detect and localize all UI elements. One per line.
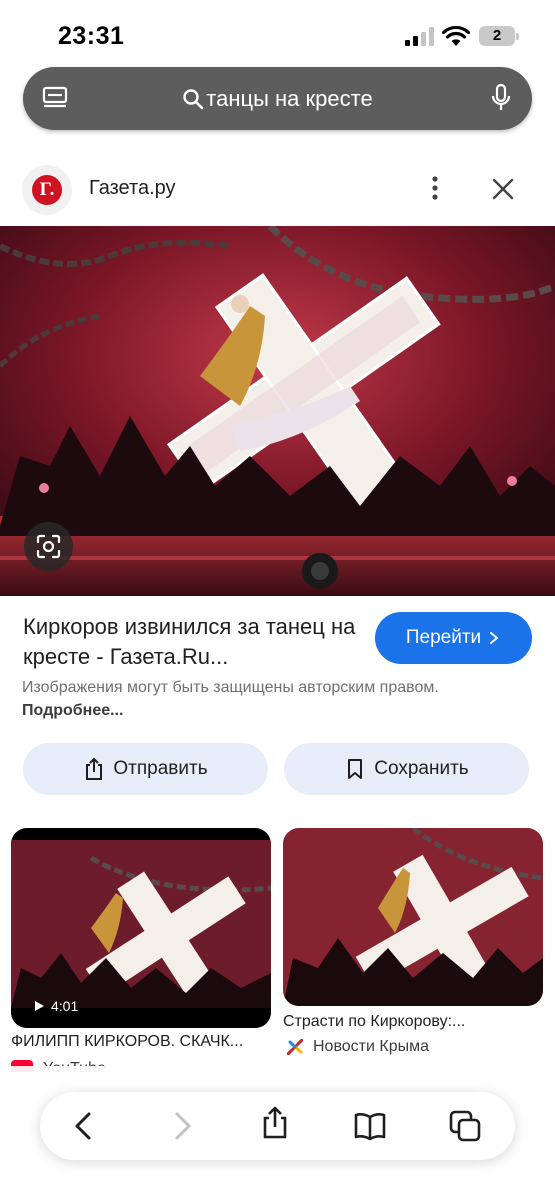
video-duration-text: 4:01: [51, 998, 79, 1014]
go-button[interactable]: Перейти: [375, 612, 532, 664]
share-button[interactable]: Отправить: [23, 743, 268, 795]
result-title[interactable]: Киркоров извинился за танец на кресте - …: [23, 612, 363, 672]
play-icon: [35, 1001, 44, 1011]
mic-icon[interactable]: [490, 83, 512, 113]
news-crimea-icon: [287, 1039, 303, 1055]
close-icon[interactable]: [489, 175, 517, 203]
source-row[interactable]: Г. Газета.ру: [0, 160, 555, 218]
copyright-notice: Изображения могут быть защищены авторски…: [22, 676, 442, 722]
share-page-icon[interactable]: [258, 1106, 292, 1140]
save-button[interactable]: Сохранить: [284, 743, 529, 795]
source-name[interactable]: Газета.ру: [89, 177, 176, 200]
search-query-area[interactable]: танцы на кресте: [23, 67, 532, 130]
search-query: танцы на кресте: [206, 85, 373, 111]
save-button-label: Сохранить: [374, 758, 469, 779]
search-bar[interactable]: танцы на кресте: [23, 67, 532, 130]
lens-icon: [36, 534, 61, 559]
copyright-text: Изображения могут быть защищены авторски…: [22, 679, 439, 696]
bookmark-icon: [348, 759, 363, 779]
related-title-1[interactable]: ФИЛИПП КИРКОРОВ. СКАЧК...: [11, 1033, 273, 1051]
video-duration: 4:01: [33, 998, 78, 1014]
more-icon[interactable]: [424, 174, 446, 202]
share-icon: [86, 757, 103, 780]
wifi-icon: [442, 25, 470, 46]
source-logo-text: Г.: [39, 179, 55, 200]
copyright-more-link[interactable]: Подробнее...: [22, 702, 123, 719]
search-icon: [183, 88, 204, 109]
related-title-2[interactable]: Страсти по Киркорову:...: [283, 1013, 543, 1031]
related-source-2: Новости Крыма: [287, 1038, 429, 1056]
browser-toolbar: [40, 1092, 515, 1160]
main-image[interactable]: [0, 226, 555, 596]
battery-indicator: 2: [479, 26, 519, 46]
signal-icon: [405, 27, 434, 46]
stage-photo: [0, 226, 555, 596]
chevron-right-icon: [490, 632, 499, 644]
forward-icon[interactable]: [165, 1109, 199, 1143]
back-icon[interactable]: [67, 1109, 101, 1143]
related-thumbnail-2[interactable]: [283, 828, 543, 1006]
lens-button[interactable]: [24, 522, 73, 571]
status-bar: 23:31 2: [0, 0, 555, 64]
related-source-2-label: Новости Крыма: [313, 1038, 429, 1055]
tabs-overview-icon[interactable]: [448, 1109, 482, 1143]
source-logo: Г.: [22, 165, 72, 215]
go-button-label: Перейти: [405, 627, 482, 648]
share-button-label: Отправить: [113, 758, 208, 779]
status-time: 23:31: [58, 22, 125, 50]
book-icon[interactable]: [353, 1109, 387, 1143]
